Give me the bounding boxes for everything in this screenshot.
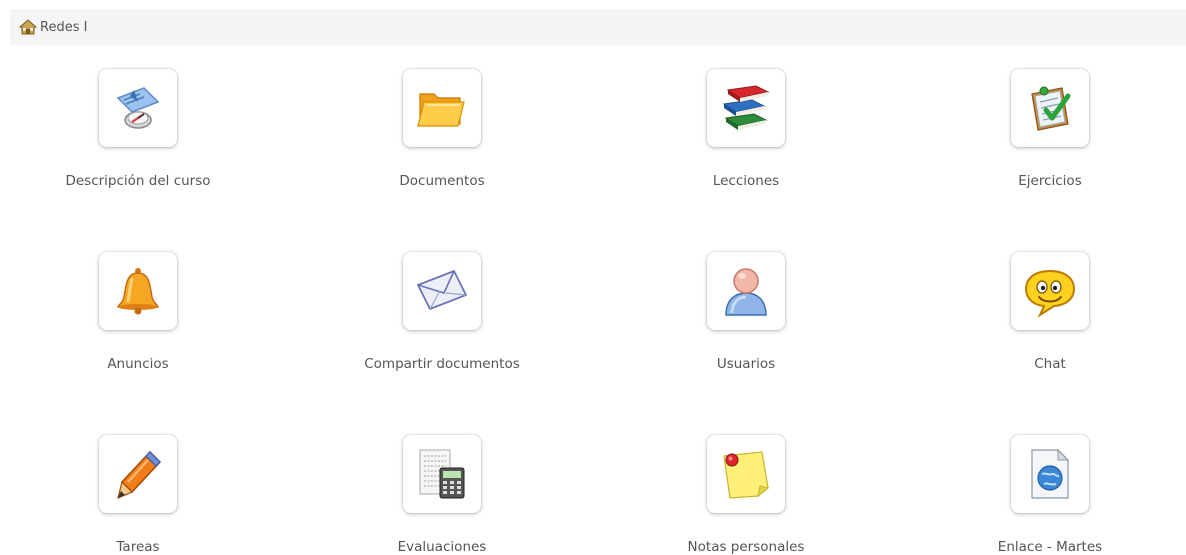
tool-tile[interactable]: [403, 252, 481, 330]
sticky-note-icon: [723, 451, 770, 499]
tool-tile[interactable]: [707, 252, 785, 330]
tool-label: Compartir documentos: [364, 356, 520, 372]
course-description-icon: [116, 87, 160, 129]
tool-tile[interactable]: [1011, 435, 1089, 513]
tool-tile[interactable]: [403, 69, 481, 147]
tool-tile[interactable]: [1011, 69, 1089, 147]
calculator-icon: [419, 449, 465, 499]
tool-label: Lecciones: [712, 173, 780, 189]
tool-label: Usuarios: [716, 356, 776, 372]
tool-label: Chat: [1034, 356, 1066, 372]
tool-label: Descripción del curso: [65, 173, 211, 189]
tool-label: Notas personales: [687, 539, 805, 555]
tool-tile[interactable]: [99, 69, 177, 147]
tool-label: Evaluaciones: [397, 539, 487, 555]
tools-grid: Descripción del curso Documentos Leccion…: [0, 0, 1186, 555]
tool-tile[interactable]: [707, 435, 785, 513]
user-icon: [725, 268, 767, 316]
tool-label: Ejercicios: [1018, 173, 1082, 189]
tool-tile[interactable]: [403, 435, 481, 513]
books-icon: [722, 85, 770, 130]
tool-tile[interactable]: [99, 252, 177, 330]
bell-icon: [117, 268, 159, 315]
envelope-icon: [416, 269, 468, 311]
tool-tile[interactable]: [99, 435, 177, 513]
tool-tile[interactable]: [707, 69, 785, 147]
chat-icon: [1024, 269, 1076, 318]
tool-label: Tareas: [116, 539, 160, 555]
tool-label: Documentos: [399, 173, 485, 189]
tool-tile[interactable]: [1011, 252, 1089, 330]
tool-label: Enlace - Martes: [997, 539, 1103, 555]
link-document-icon: [1031, 448, 1070, 499]
quiz-checklist-icon: [1031, 86, 1071, 131]
pen-icon: [117, 450, 162, 500]
folder-icon: [417, 93, 465, 127]
tool-label: Anuncios: [107, 356, 169, 372]
